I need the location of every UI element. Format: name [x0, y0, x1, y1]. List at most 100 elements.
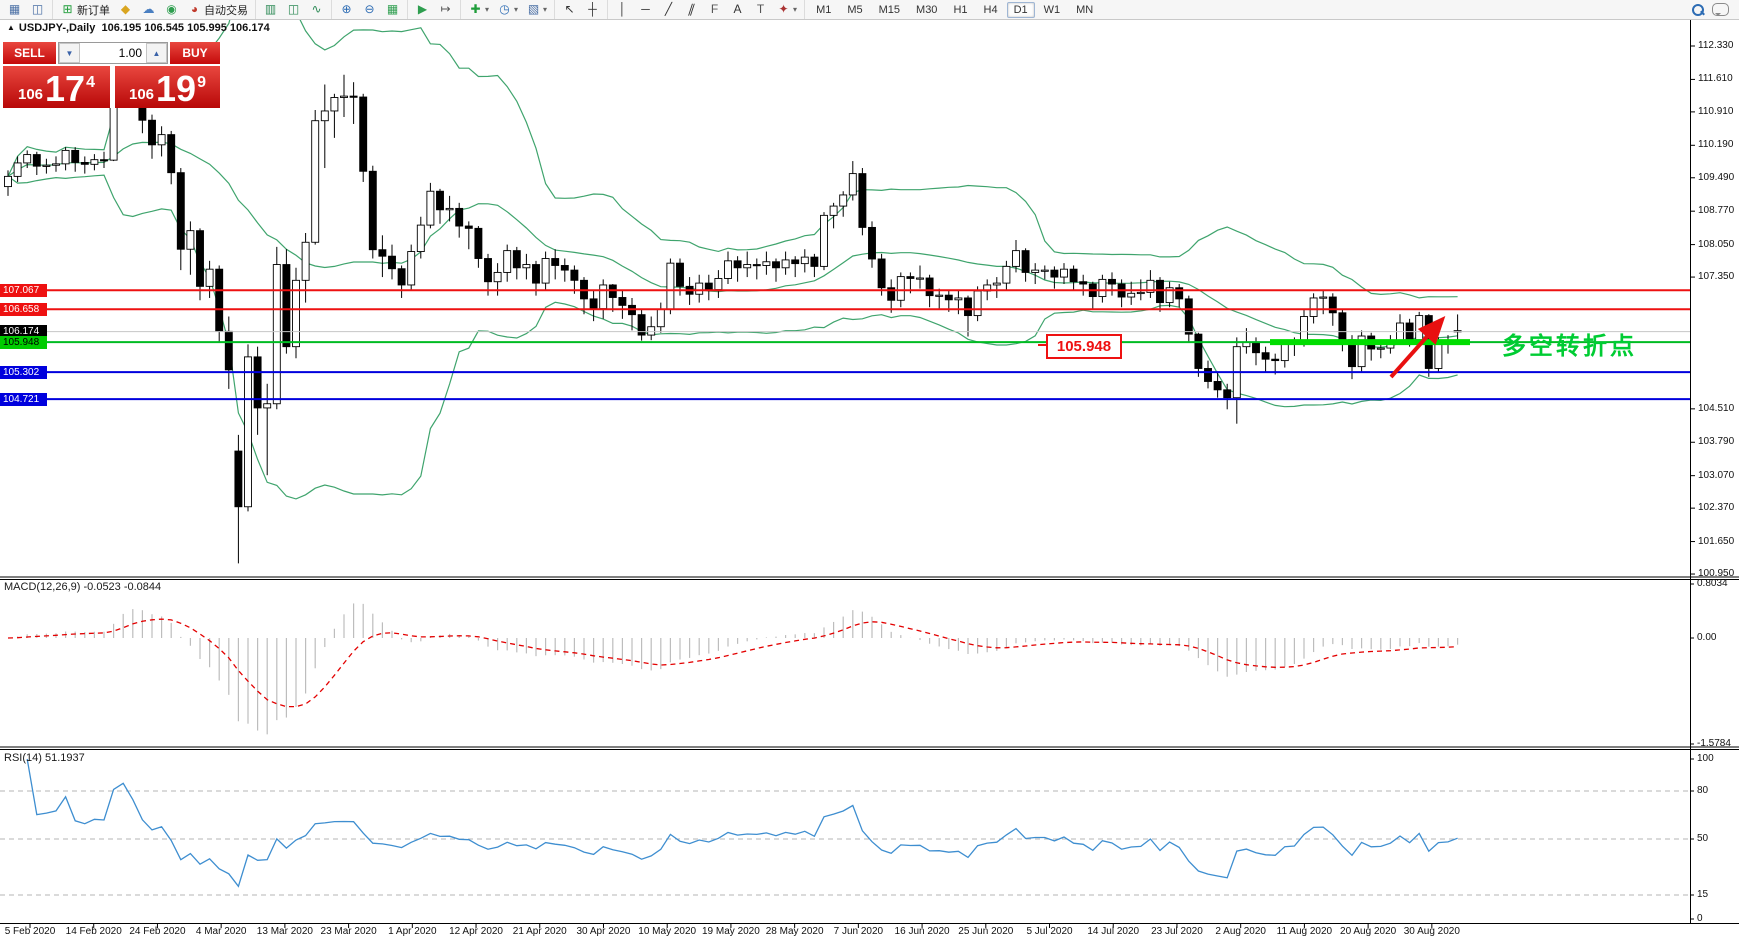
text-label-button[interactable]: T — [750, 1, 771, 18]
line-chart-button[interactable]: ∿ — [306, 1, 327, 18]
chat-icon[interactable] — [1712, 3, 1729, 16]
date-tick-label[interactable]: 25 Jun 2020 — [958, 926, 1013, 937]
timeframe-m15[interactable]: M15 — [872, 2, 907, 18]
date-tick-label[interactable]: 23 Mar 2020 — [321, 926, 377, 937]
date-tick-label[interactable]: 10 May 2020 — [638, 926, 696, 937]
zoom-in-icon: ⊕ — [341, 2, 352, 16]
date-tick-label[interactable]: 14 Feb 2020 — [66, 926, 122, 937]
arrows-button[interactable]: ✦ ▾ — [773, 1, 800, 18]
price-badge: 106.658 — [0, 302, 47, 316]
date-tick-label[interactable]: 5 Feb 2020 — [5, 926, 56, 937]
date-tick-label[interactable]: 19 May 2020 — [702, 926, 760, 937]
timeframe-w1[interactable]: W1 — [1037, 2, 1068, 18]
bar-chart-button[interactable]: ▥ — [260, 1, 281, 18]
macd-values: -0.0523 -0.0844 — [83, 581, 162, 593]
volume-value[interactable]: 1.00 — [80, 43, 146, 63]
window-grid-button[interactable]: ▦ — [4, 1, 25, 18]
macd-label: MACD(12,26,9) -0.0523 -0.0844 — [4, 581, 162, 593]
buy-button[interactable]: BUY — [170, 42, 220, 64]
sell-button[interactable]: SELL — [3, 42, 56, 64]
rsi-tick-label: 50 — [1697, 833, 1709, 844]
trendline-button[interactable]: ╱ — [658, 1, 679, 18]
date-tick-label[interactable]: 7 Jun 2020 — [834, 926, 884, 937]
chevron-down-icon[interactable]: ▾ — [793, 5, 797, 14]
signals-button[interactable]: ◉ — [161, 1, 182, 18]
timeframe-group: M1 M5 M15 M30 H1 H4 D1 W1 MN — [804, 0, 1104, 19]
crosshair-button[interactable]: ┼ — [582, 1, 603, 18]
price-tick-label: 103.790 — [1698, 436, 1735, 448]
templates-button[interactable]: ▧ ▾ — [523, 1, 550, 18]
horizontal-line-button[interactable]: ─ — [635, 1, 656, 18]
timeframe-h4[interactable]: H4 — [977, 2, 1005, 18]
price-chart-canvas[interactable] — [0, 0, 1739, 938]
periods-button[interactable]: ◷ ▾ — [494, 1, 521, 18]
date-tick-label[interactable]: 11 Aug 2020 — [1277, 926, 1332, 937]
date-tick-label[interactable]: 14 Jul 2020 — [1087, 926, 1139, 937]
zoom-in-button[interactable]: ⊕ — [336, 1, 357, 18]
terminal-window: ▦ ◫ ⊞ 新订单 ◆ ☁ ◉ ◕ 自动交易 ▥ ◫ ∿ ⊕ ⊖ ▦ ▶ ↦ ✚ ▾ ◷ ▾ ▧ ▾ ↖ ┼ │ ─ ╱ ∥ F A T ✦ ▾ M… — [0, 0, 1739, 938]
chart-preview-button[interactable]: ◫ — [27, 1, 48, 18]
timeframe-m5[interactable]: M5 — [840, 2, 869, 18]
metaeditor-button[interactable]: ◆ — [115, 1, 136, 18]
price-tick-label: 112.330 — [1698, 40, 1734, 51]
vertical-line-button[interactable]: │ — [612, 1, 633, 18]
date-tick-label[interactable]: 30 Apr 2020 — [577, 926, 631, 937]
date-tick-label[interactable]: 2 Aug 2020 — [1215, 926, 1266, 937]
zoom-out-button[interactable]: ⊖ — [359, 1, 380, 18]
text-button[interactable]: A — [727, 1, 748, 18]
new-order-button[interactable]: ⊞ 新订单 — [57, 1, 113, 18]
date-tick-label[interactable]: 30 Aug 2020 — [1404, 926, 1460, 937]
support-band[interactable] — [1270, 339, 1470, 346]
timeframe-m1[interactable]: M1 — [809, 2, 838, 18]
date-tick-label[interactable]: 13 Mar 2020 — [257, 926, 313, 937]
date-tick-label[interactable]: 1 Apr 2020 — [388, 926, 436, 937]
date-tick-label[interactable]: 20 Aug 2020 — [1340, 926, 1396, 937]
toolbar-group: │ ─ ╱ ∥ F A T ✦ ▾ — [607, 0, 804, 19]
price-badge: 104.721 — [0, 392, 47, 406]
cursor-icon: ↖ — [564, 2, 575, 16]
date-tick-label[interactable]: 16 Jun 2020 — [895, 926, 950, 937]
cursor-button[interactable]: ↖ — [559, 1, 580, 18]
timeframe-mn[interactable]: MN — [1069, 2, 1100, 18]
channel-icon: ∥ — [686, 2, 697, 16]
date-tick-label[interactable]: 5 Jul 2020 — [1026, 926, 1072, 937]
sell-price-button[interactable]: 106 17 4 — [3, 66, 110, 108]
timeframe-d1[interactable]: D1 — [1006, 1, 1035, 18]
price-tick-label: 108.770 — [1698, 205, 1735, 217]
turning-point-annotation[interactable]: 多空转折点 — [1502, 326, 1637, 361]
date-tick-label[interactable]: 21 Apr 2020 — [513, 926, 567, 937]
price-level-note[interactable]: 105.948 — [1038, 334, 1122, 359]
date-tick-label[interactable]: 24 Feb 2020 — [129, 926, 185, 937]
chart-shift-icon: ↦ — [440, 2, 451, 16]
fibonacci-button[interactable]: F — [704, 1, 725, 18]
panel-collapse-icon[interactable]: ▲ — [7, 23, 15, 32]
indicators-button[interactable]: ✚ ▾ — [465, 1, 492, 18]
date-tick-label[interactable]: 12 Apr 2020 — [449, 926, 503, 937]
arrows-icon: ✦ — [778, 2, 789, 16]
date-tick-label[interactable]: 4 Mar 2020 — [196, 926, 247, 937]
main-toolbar: ▦ ◫ ⊞ 新订单 ◆ ☁ ◉ ◕ 自动交易 ▥ ◫ ∿ ⊕ ⊖ ▦ ▶ ↦ ✚ ▾ ◷ ▾ ▧ ▾ ↖ ┼ │ ─ ╱ ∥ F A T ✦ ▾ M… — [0, 0, 1739, 20]
sell-price-point: 4 — [86, 74, 95, 91]
buy-price-button[interactable]: 106 19 9 — [115, 66, 220, 108]
chevron-down-icon[interactable]: ▾ — [543, 5, 547, 14]
community-button[interactable]: ☁ — [138, 1, 159, 18]
new-order-icon: ⊞ — [62, 2, 73, 16]
date-tick-label[interactable]: 28 May 2020 — [766, 926, 824, 937]
candle-chart-button[interactable]: ◫ — [283, 1, 304, 18]
volume-increase-button[interactable]: ▲ — [146, 43, 167, 63]
search-icon[interactable] — [1691, 3, 1704, 16]
chart-shift-button[interactable]: ↦ — [435, 1, 456, 18]
timeframe-h1[interactable]: H1 — [946, 2, 974, 18]
templates-icon: ▧ — [527, 2, 540, 16]
tile-windows-button[interactable]: ▦ — [382, 1, 403, 18]
timeframe-m30[interactable]: M30 — [909, 2, 944, 18]
autotrading-button[interactable]: ◕ 自动交易 — [184, 1, 251, 18]
chevron-down-icon[interactable]: ▾ — [514, 5, 518, 14]
channel-button[interactable]: ∥ — [681, 1, 702, 18]
date-tick-label[interactable]: 23 Jul 2020 — [1151, 926, 1203, 937]
volume-decrease-button[interactable]: ▼ — [59, 43, 80, 63]
rsi-tick-label: 0 — [1697, 913, 1703, 924]
chart-title: ▲ USDJPY-,Daily 106.195 106.545 105.995 1… — [7, 22, 270, 34]
chevron-down-icon[interactable]: ▾ — [485, 5, 489, 14]
auto-scroll-button[interactable]: ▶ — [412, 1, 433, 18]
